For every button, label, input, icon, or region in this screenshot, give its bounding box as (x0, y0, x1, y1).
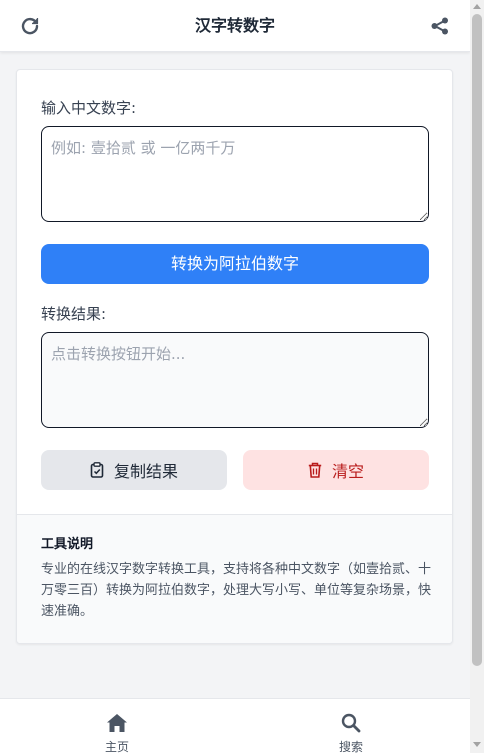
trash-icon (308, 462, 322, 478)
app-header: 汉字转数字 (0, 0, 470, 52)
chinese-number-input[interactable] (41, 126, 429, 222)
clear-button-label: 清空 (331, 462, 364, 481)
result-output[interactable] (41, 332, 429, 428)
copy-result-button[interactable]: 复制结果 (41, 450, 227, 490)
info-description: 专业的在线汉字数字转换工具，支持将各种中文数字（如壹拾贰、十万零三百）转换为阿拉… (41, 562, 432, 619)
clipboard-icon (90, 462, 104, 478)
convert-button[interactable]: 转换为阿拉伯数字 (41, 244, 429, 284)
result-label: 转换结果: (41, 305, 107, 323)
info-title: 工具说明 (41, 537, 94, 552)
share-icon (431, 17, 448, 35)
home-icon (107, 714, 127, 732)
input-label: 输入中文数字: (41, 99, 137, 117)
clear-button[interactable]: 清空 (243, 450, 429, 490)
tool-info-section: 工具说明 专业的在线汉字数字转换工具，支持将各种中文数字（如壹拾贰、十万零三百）… (17, 514, 452, 643)
nav-item-home[interactable]: 主页 (57, 699, 177, 753)
scroll-down-arrow[interactable] (473, 742, 481, 747)
nav-label-home: 主页 (104, 740, 129, 753)
page-title: 汉字转数字 (194, 16, 275, 35)
scroll-up-arrow[interactable] (473, 4, 481, 9)
nav-label-search: 搜索 (338, 740, 363, 753)
share-button[interactable] (428, 14, 452, 38)
bottom-nav: 主页 搜索 (0, 698, 470, 753)
search-icon (341, 713, 361, 733)
nav-item-search[interactable]: 搜索 (291, 699, 411, 753)
converter-card: 输入中文数字: 转换为阿拉伯数字 转换结果: 复制结果 清空 工具说明 专业的在… (16, 69, 453, 644)
copy-button-label: 复制结果 (113, 462, 178, 481)
scrollbar-thumb[interactable] (472, 14, 482, 666)
